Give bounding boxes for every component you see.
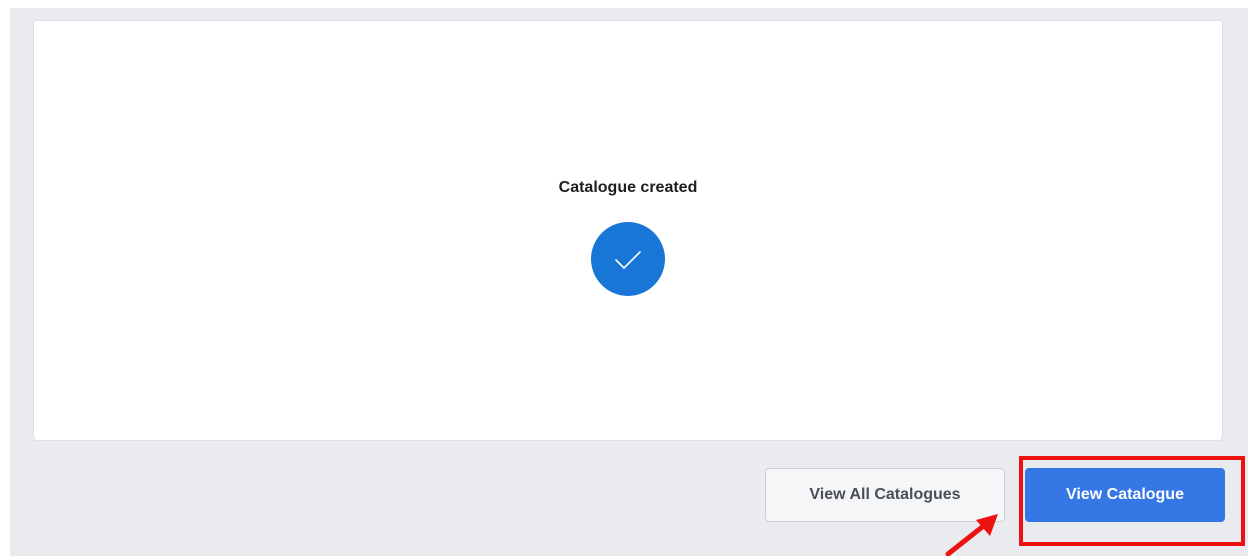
- checkmark-icon: [615, 251, 641, 269]
- confirmation-card: Catalogue created: [33, 20, 1223, 441]
- page: Catalogue created View All Catalogues Vi…: [0, 0, 1248, 556]
- success-title: Catalogue created: [558, 179, 698, 196]
- check-circle-icon: [591, 222, 665, 296]
- view-all-catalogues-button[interactable]: View All Catalogues: [765, 468, 1005, 522]
- view-catalogue-button[interactable]: View Catalogue: [1025, 468, 1225, 522]
- content-area: Catalogue created View All Catalogues Vi…: [10, 8, 1248, 556]
